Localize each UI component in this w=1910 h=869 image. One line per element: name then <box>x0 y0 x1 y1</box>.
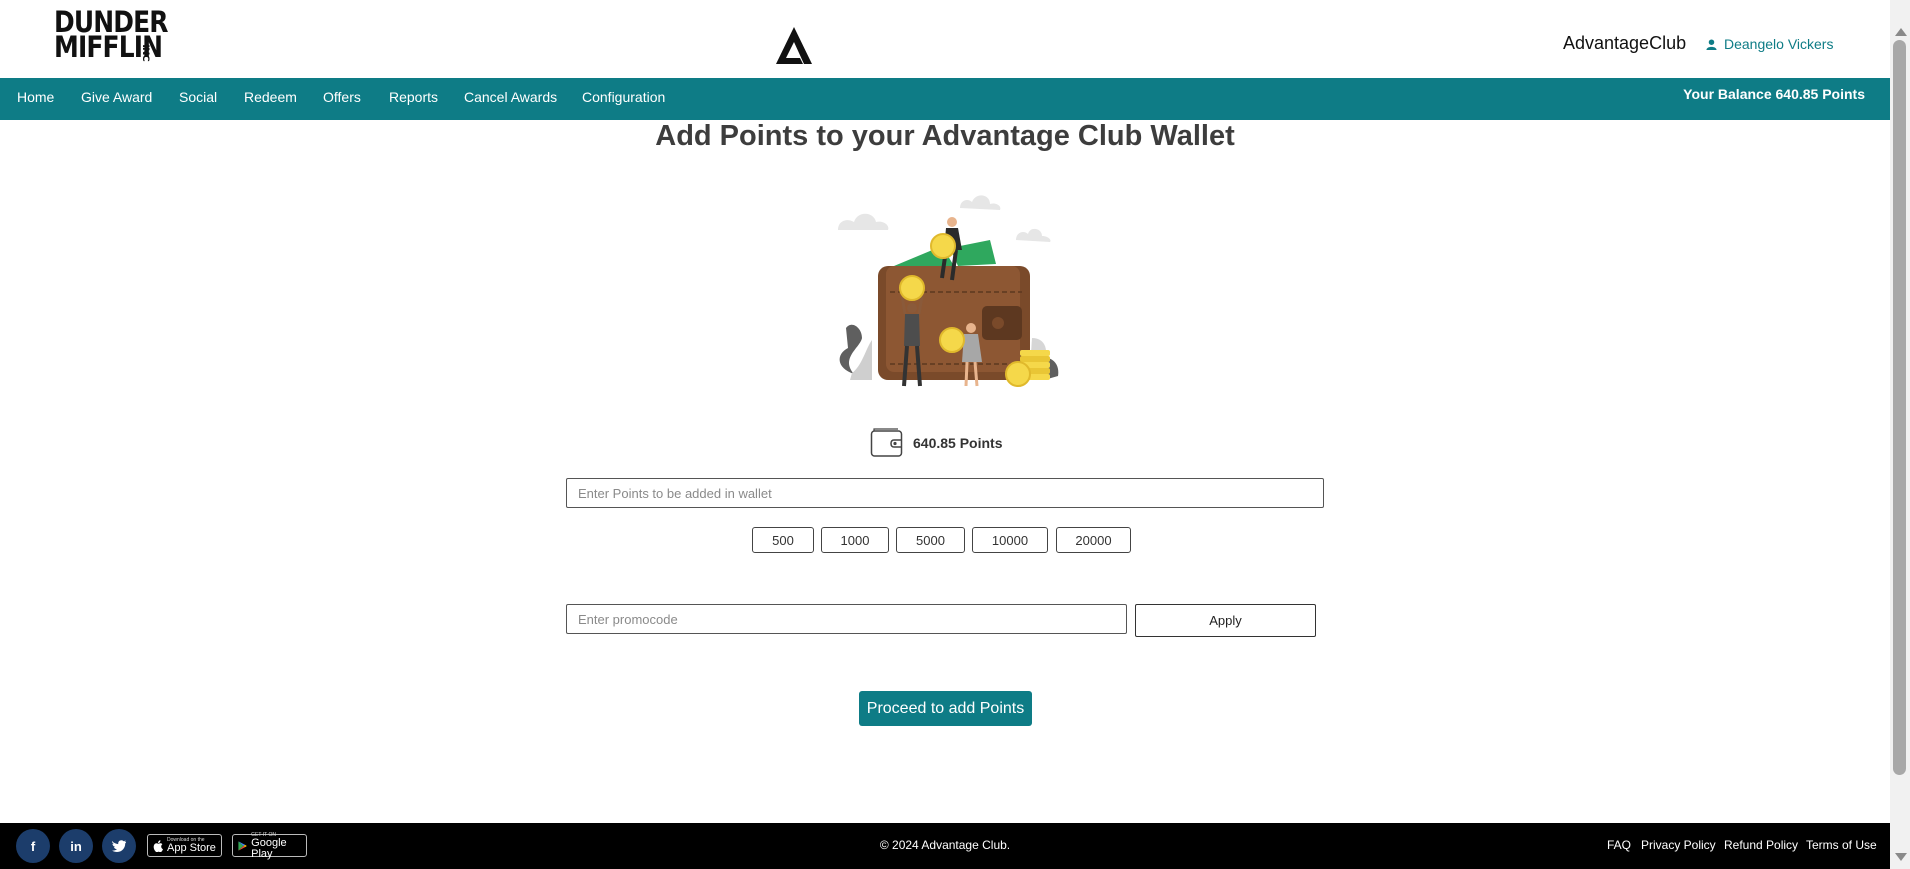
scroll-down-arrow-icon[interactable] <box>1895 853 1907 861</box>
footer-link-faq[interactable]: FAQ <box>1607 838 1631 852</box>
wallet-balance: 640.85 Points <box>870 428 1003 458</box>
nav-offers[interactable]: Offers <box>323 89 361 105</box>
quick-amount-10000[interactable]: 10000 <box>972 527 1048 553</box>
user-name: Deangelo Vickers <box>1724 36 1834 52</box>
advantage-club-logo-icon[interactable] <box>772 24 816 68</box>
promocode-input[interactable] <box>566 604 1127 634</box>
page: DUNDER MIFFLIN INC AdvantageClub Deangel… <box>0 0 1910 869</box>
points-input[interactable] <box>566 478 1324 508</box>
apply-promocode-button[interactable]: Apply <box>1135 604 1316 637</box>
top-header: DUNDER MIFFLIN INC AdvantageClub Deangel… <box>0 0 1890 78</box>
footer-link-refund-policy[interactable]: Refund Policy <box>1724 838 1798 852</box>
proceed-add-points-button[interactable]: Proceed to add Points <box>859 691 1032 726</box>
wallet-illustration <box>838 195 1059 387</box>
nav-give-award[interactable]: Give Award <box>81 89 152 105</box>
quick-amount-5000[interactable]: 5000 <box>896 527 965 553</box>
nav-home[interactable]: Home <box>17 89 54 105</box>
quick-amount-20000[interactable]: 20000 <box>1056 527 1131 553</box>
quick-amount-500[interactable]: 500 <box>752 527 814 553</box>
footer-link-terms-of-use[interactable]: Terms of Use <box>1806 838 1877 852</box>
scroll-up-arrow-icon[interactable] <box>1895 28 1907 36</box>
nav-cancel-awards[interactable]: Cancel Awards <box>464 89 557 105</box>
footer-link-privacy-policy[interactable]: Privacy Policy <box>1641 838 1716 852</box>
logo-inc: INC <box>140 44 151 61</box>
nav-redeem[interactable]: Redeem <box>244 89 297 105</box>
nav-configuration[interactable]: Configuration <box>582 89 665 105</box>
logo-line2: MIFFLIN <box>54 30 163 64</box>
scrollbar-thumb[interactable] <box>1893 40 1906 775</box>
quick-amount-1000[interactable]: 1000 <box>821 527 889 553</box>
company-logo[interactable]: DUNDER MIFFLIN INC <box>54 8 168 64</box>
balance-display: Your Balance 640.85 Points <box>1683 86 1865 102</box>
nav-reports[interactable]: Reports <box>389 89 438 105</box>
nav-social[interactable]: Social <box>179 89 217 105</box>
user-icon <box>1706 38 1717 50</box>
user-menu[interactable]: Deangelo Vickers <box>1706 36 1833 52</box>
brand-name: AdvantageClub <box>1563 33 1687 53</box>
page-title: Add Points to your Advantage Club Wallet <box>655 120 1235 152</box>
wallet-icon <box>870 428 903 457</box>
wallet-points: 640.85 Points <box>913 435 1003 451</box>
